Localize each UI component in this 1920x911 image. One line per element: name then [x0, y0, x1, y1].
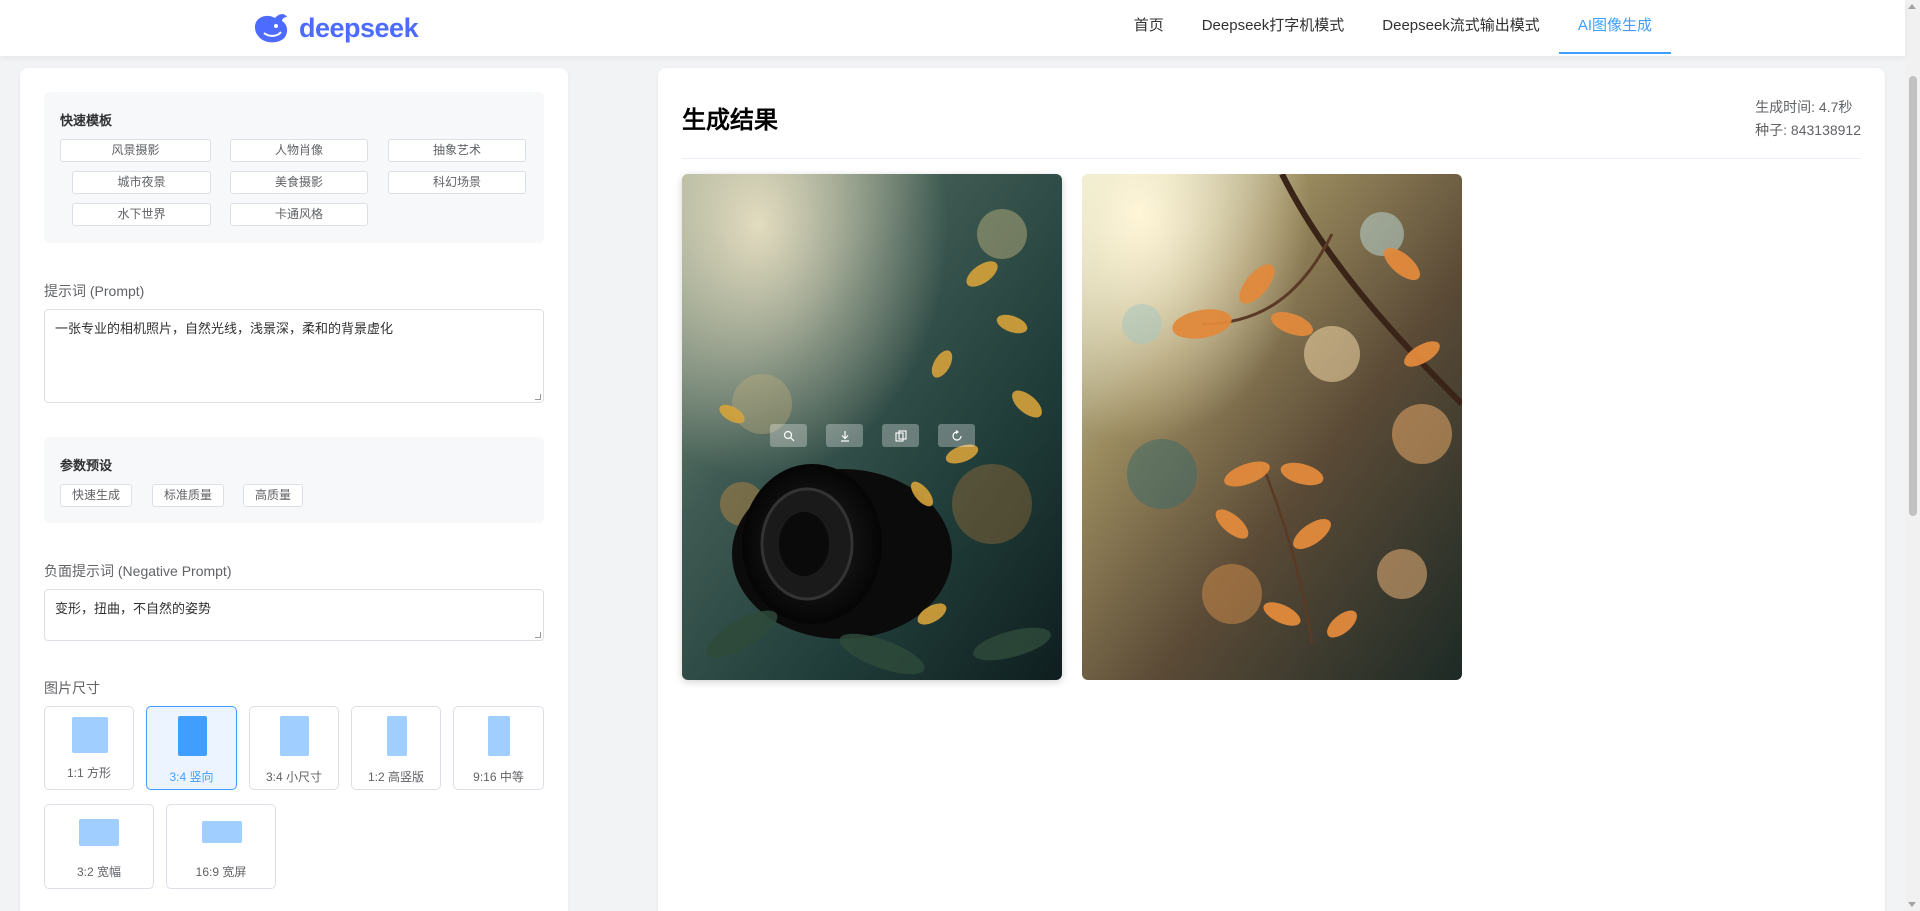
copy-icon[interactable]: [882, 424, 919, 447]
template-city-night[interactable]: 城市夜景: [72, 171, 211, 194]
nav-typewriter-mode[interactable]: Deepseek打字机模式: [1183, 0, 1364, 56]
image-action-bar: [770, 424, 975, 447]
negative-prompt-input[interactable]: 变形，扭曲，不自然的姿势: [44, 589, 544, 641]
scroll-down-icon[interactable]: [1908, 902, 1916, 907]
size-option-1-1[interactable]: 1:1 方形: [44, 706, 134, 790]
top-header: deepseek 首页 Deepseek打字机模式 Deepseek流式输出模式…: [0, 0, 1905, 56]
ratio-preview: [72, 717, 108, 753]
negative-prompt-label: 负面提示词 (Negative Prompt): [44, 563, 232, 579]
size-option-1-2[interactable]: 1:2 高竖版: [351, 706, 441, 790]
preset-fast[interactable]: 快速生成: [60, 484, 132, 507]
main-nav: 首页 Deepseek打字机模式 Deepseek流式输出模式 AI图像生成: [1115, 0, 1672, 56]
template-scifi[interactable]: 科幻场景: [388, 171, 526, 194]
settings-panel: 快速模板 风景摄影 人物肖像 抽象艺术 城市夜景 美食摄影 科幻场景 水下世界 …: [20, 68, 568, 911]
size-option-label: 1:2 高竖版: [367, 770, 425, 784]
size-option-16-9[interactable]: 16:9 宽屏: [166, 804, 276, 889]
templates-title: 快速模板: [60, 113, 113, 128]
preset-high[interactable]: 高质量: [243, 484, 303, 507]
template-abstract[interactable]: 抽象艺术: [388, 139, 526, 162]
size-option-3-4-small[interactable]: 3:4 小尺寸: [249, 706, 339, 790]
template-food[interactable]: 美食摄影: [230, 171, 368, 194]
quick-templates: 快速模板 风景摄影 人物肖像 抽象艺术 城市夜景 美食摄影 科幻场景 水下世界 …: [44, 92, 544, 243]
download-icon[interactable]: [826, 424, 863, 447]
template-cartoon[interactable]: 卡通风格: [230, 203, 368, 226]
divider: [682, 158, 1861, 159]
image-size-label: 图片尺寸: [44, 680, 100, 696]
resize-handle[interactable]: [535, 394, 541, 400]
size-option-label: 16:9 宽屏: [195, 865, 247, 879]
deepseek-logo[interactable]: deepseek: [251, 10, 419, 46]
generation-seed: 种子: 843138912: [1755, 122, 1861, 138]
nav-stream-mode[interactable]: Deepseek流式输出模式: [1363, 0, 1559, 56]
template-landscape[interactable]: 风景摄影: [60, 139, 211, 162]
generation-time: 生成时间: 4.7秒: [1755, 99, 1853, 115]
generation-meta: 生成时间: 4.7秒 种子: 843138912: [1755, 96, 1861, 142]
presets-title: 参数预设: [60, 458, 113, 473]
generated-image-camera[interactable]: [682, 174, 1062, 680]
parameter-presets: 参数预设 快速生成 标准质量 高质量: [44, 437, 544, 523]
size-option-label: 9:16 中等: [473, 770, 524, 784]
scroll-thumb[interactable]: [1909, 76, 1917, 516]
prompt-input[interactable]: 一张专业的相机照片，自然光线，浅景深，柔和的背景虚化: [44, 309, 544, 403]
result-panel: 生成结果 生成时间: 4.7秒 种子: 843138912: [658, 68, 1885, 911]
leaves-photo: [1082, 174, 1462, 680]
size-option-label: 1:1 方形: [66, 766, 112, 780]
ratio-preview: [280, 716, 309, 756]
page-scrollbar[interactable]: [1905, 0, 1920, 911]
ratio-preview: [178, 716, 207, 756]
size-option-label: 3:4 小尺寸: [265, 770, 323, 784]
nav-ai-image[interactable]: AI图像生成: [1558, 0, 1672, 56]
template-underwater[interactable]: 水下世界: [72, 203, 211, 226]
ratio-preview: [387, 716, 407, 756]
size-option-9-16[interactable]: 9:16 中等: [453, 706, 544, 790]
prompt-value: 一张专业的相机照片，自然光线，浅景深，柔和的背景虚化: [55, 321, 394, 336]
ratio-preview: [79, 819, 119, 846]
size-option-3-2[interactable]: 3:2 宽幅: [44, 804, 154, 889]
zoom-in-icon[interactable]: [770, 424, 807, 447]
size-option-label: 3:2 宽幅: [76, 865, 122, 879]
negative-prompt-value: 变形，扭曲，不自然的姿势: [55, 601, 212, 616]
size-option-3-4[interactable]: 3:4 竖向: [146, 706, 237, 790]
prompt-label: 提示词 (Prompt): [44, 283, 145, 299]
nav-home[interactable]: 首页: [1115, 0, 1183, 56]
logo-text: deepseek: [299, 12, 419, 43]
resize-handle[interactable]: [535, 632, 541, 638]
result-title: 生成结果: [682, 107, 778, 134]
refresh-icon[interactable]: [938, 424, 975, 447]
generated-image-leaves[interactable]: [1082, 174, 1462, 680]
scroll-up-icon[interactable]: [1908, 4, 1916, 9]
ratio-preview: [202, 821, 242, 843]
template-portrait[interactable]: 人物肖像: [230, 139, 368, 162]
preset-standard[interactable]: 标准质量: [152, 484, 224, 507]
whale-icon: [255, 14, 288, 43]
size-option-label: 3:4 竖向: [169, 770, 214, 784]
ratio-preview: [488, 716, 510, 756]
